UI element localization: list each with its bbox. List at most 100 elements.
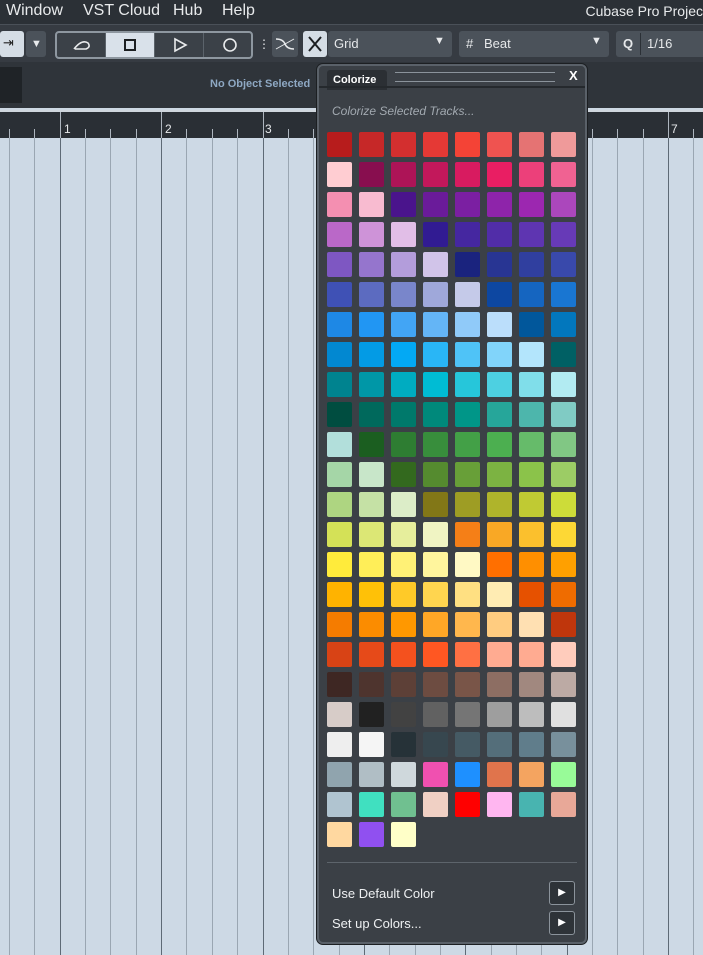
color-swatch[interactable]	[551, 222, 576, 247]
color-swatch[interactable]	[551, 192, 576, 217]
colorize-selected-tracks[interactable]: Colorize Selected Tracks...	[332, 104, 475, 118]
color-swatch[interactable]	[487, 162, 512, 187]
color-swatch[interactable]	[391, 162, 416, 187]
record-button[interactable]	[204, 33, 253, 57]
color-swatch[interactable]	[551, 642, 576, 667]
color-swatch[interactable]	[423, 792, 448, 817]
color-swatch[interactable]	[359, 732, 384, 757]
color-swatch[interactable]	[327, 732, 352, 757]
color-swatch[interactable]	[455, 612, 480, 637]
color-swatch[interactable]	[519, 582, 544, 607]
color-swatch[interactable]	[423, 492, 448, 517]
color-swatch[interactable]	[327, 462, 352, 487]
color-swatch[interactable]	[487, 222, 512, 247]
color-swatch[interactable]	[551, 522, 576, 547]
color-swatch[interactable]	[455, 582, 480, 607]
color-swatch[interactable]	[391, 492, 416, 517]
color-swatch[interactable]	[551, 252, 576, 277]
color-swatch[interactable]	[359, 702, 384, 727]
color-swatch[interactable]	[551, 792, 576, 817]
color-swatch[interactable]	[391, 192, 416, 217]
color-swatch[interactable]	[455, 432, 480, 457]
color-swatch[interactable]	[327, 792, 352, 817]
color-swatch[interactable]	[519, 462, 544, 487]
info-line-tab[interactable]	[0, 67, 22, 103]
stop-button[interactable]	[106, 33, 155, 57]
color-swatch[interactable]	[327, 282, 352, 307]
color-swatch[interactable]	[487, 732, 512, 757]
color-swatch[interactable]	[551, 672, 576, 697]
color-swatch[interactable]	[519, 252, 544, 277]
color-swatch[interactable]	[487, 612, 512, 637]
color-swatch[interactable]	[455, 342, 480, 367]
color-swatch[interactable]	[455, 192, 480, 217]
color-swatch[interactable]	[455, 792, 480, 817]
color-swatch[interactable]	[551, 462, 576, 487]
color-swatch[interactable]	[327, 402, 352, 427]
color-swatch[interactable]	[487, 792, 512, 817]
color-swatch[interactable]	[455, 522, 480, 547]
color-swatch[interactable]	[519, 702, 544, 727]
color-swatch[interactable]	[487, 702, 512, 727]
color-swatch[interactable]	[423, 672, 448, 697]
color-swatch[interactable]	[455, 642, 480, 667]
color-swatch[interactable]	[423, 282, 448, 307]
color-swatch[interactable]	[327, 552, 352, 577]
color-swatch[interactable]	[423, 372, 448, 397]
color-swatch[interactable]	[551, 312, 576, 337]
color-swatch[interactable]	[423, 462, 448, 487]
color-swatch[interactable]	[391, 672, 416, 697]
color-swatch[interactable]	[391, 612, 416, 637]
color-swatch[interactable]	[327, 312, 352, 337]
color-swatch[interactable]	[423, 522, 448, 547]
color-swatch[interactable]	[551, 402, 576, 427]
color-swatch[interactable]	[327, 162, 352, 187]
color-swatch[interactable]	[391, 132, 416, 157]
color-swatch[interactable]	[519, 162, 544, 187]
color-swatch[interactable]	[391, 732, 416, 757]
color-swatch[interactable]	[551, 762, 576, 787]
color-swatch[interactable]	[551, 492, 576, 517]
auto-scroll-button[interactable]	[272, 31, 298, 57]
color-swatch[interactable]	[423, 762, 448, 787]
color-swatch[interactable]	[519, 132, 544, 157]
color-swatch[interactable]	[327, 342, 352, 367]
quantize-dropdown[interactable]: Q 1/16	[616, 31, 703, 57]
color-swatch[interactable]	[487, 432, 512, 457]
color-swatch[interactable]	[327, 222, 352, 247]
tool-selector[interactable]: ⇥	[0, 31, 24, 57]
color-swatch[interactable]	[455, 162, 480, 187]
color-swatch[interactable]	[519, 642, 544, 667]
color-swatch[interactable]	[359, 612, 384, 637]
color-swatch[interactable]	[327, 132, 352, 157]
color-swatch[interactable]	[519, 522, 544, 547]
color-swatch[interactable]	[487, 372, 512, 397]
color-swatch[interactable]	[519, 222, 544, 247]
color-swatch[interactable]	[391, 282, 416, 307]
color-swatch[interactable]	[327, 252, 352, 277]
color-swatch[interactable]	[455, 492, 480, 517]
color-swatch[interactable]	[359, 762, 384, 787]
color-swatch[interactable]	[551, 432, 576, 457]
color-swatch[interactable]	[391, 222, 416, 247]
color-swatch[interactable]	[487, 492, 512, 517]
color-swatch[interactable]	[519, 432, 544, 457]
color-swatch[interactable]	[487, 462, 512, 487]
color-swatch[interactable]	[423, 582, 448, 607]
use-default-color-item[interactable]: Use Default Color	[332, 886, 435, 901]
color-swatch[interactable]	[391, 432, 416, 457]
color-swatch[interactable]	[487, 552, 512, 577]
color-swatch[interactable]	[551, 612, 576, 637]
color-swatch[interactable]	[487, 762, 512, 787]
color-swatch[interactable]	[391, 552, 416, 577]
color-swatch[interactable]	[359, 222, 384, 247]
color-swatch[interactable]	[551, 552, 576, 577]
color-swatch[interactable]	[455, 552, 480, 577]
color-swatch[interactable]	[359, 342, 384, 367]
color-swatch[interactable]	[487, 252, 512, 277]
color-swatch[interactable]	[455, 402, 480, 427]
color-swatch[interactable]	[519, 192, 544, 217]
color-swatch[interactable]	[455, 132, 480, 157]
color-swatch[interactable]	[519, 372, 544, 397]
color-swatch[interactable]	[327, 582, 352, 607]
